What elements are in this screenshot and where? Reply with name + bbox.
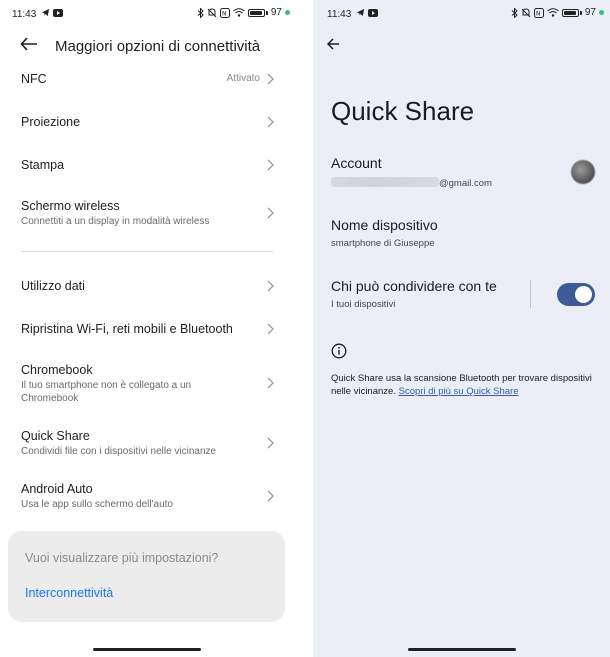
nfc-icon: N (219, 7, 230, 18)
battery-icon (561, 8, 582, 17)
app-bar: Maggiori opzioni di connettività (0, 34, 300, 60)
item-subtitle: Usa le app sullo schermo dell'auto (21, 499, 173, 510)
device-name-label: Nome dispositivo (331, 217, 438, 233)
item-subtitle: Connettiti a un display in modalità wire… (21, 216, 210, 227)
settings-item-print[interactable]: Stampa (0, 156, 290, 176)
item-title: Stampa (21, 158, 65, 172)
quick-share-screen: 11:43 N 97 Quick Share Account @gmail.co… (313, 0, 610, 657)
mute-icon (521, 7, 531, 18)
item-subtitle-line2: Chromebook (21, 393, 79, 404)
vertical-divider (530, 280, 531, 308)
chevron-right-icon (267, 436, 274, 454)
settings-item-chromebook[interactable]: Chromebook Il tuo smartphone non è colle… (0, 361, 290, 407)
status-time: 11:43 (12, 9, 37, 20)
visibility-value: I tuoi dispositivi (331, 299, 396, 310)
item-title: NFC (21, 72, 47, 86)
bluetooth-icon (197, 7, 204, 18)
page-title: Maggiori opzioni di connettività (55, 38, 261, 55)
gesture-bar[interactable] (93, 648, 201, 651)
chevron-right-icon (267, 279, 274, 297)
chevron-right-icon (267, 72, 274, 90)
settings-item-quick-share[interactable]: Quick Share Condividi file con i disposi… (0, 427, 290, 461)
telegram-icon (356, 8, 365, 17)
page-title: Quick Share (331, 96, 475, 126)
device-name-value: smartphone di Giuseppe (331, 238, 435, 249)
settings-item-data-usage[interactable]: Utilizzo dati (0, 277, 290, 297)
chevron-right-icon (267, 158, 274, 176)
back-arrow-icon[interactable] (327, 38, 340, 50)
redacted-email (331, 177, 439, 187)
item-title: Android Auto (21, 482, 93, 496)
visibility-toggle[interactable] (557, 283, 595, 306)
wifi-icon (547, 8, 559, 17)
item-title: Chromebook (21, 363, 93, 377)
svg-text:N: N (536, 10, 541, 17)
chevron-right-icon (267, 115, 274, 133)
learn-more-link[interactable]: Scopri di più su Quick Share (399, 386, 519, 397)
settings-screen: 11:43 N 97 Maggiori opzioni di connettiv… (0, 0, 300, 657)
more-settings-card: Vuoi visualizzare più impostazioni? Inte… (8, 531, 285, 622)
status-time: 11:43 (327, 9, 352, 20)
account-email: @gmail.com (331, 177, 492, 189)
toggle-knob (575, 286, 592, 303)
youtube-icon (368, 8, 378, 17)
item-value: Attivato (226, 73, 260, 84)
section-divider (21, 251, 273, 252)
youtube-icon (53, 8, 63, 17)
item-title: Quick Share (21, 429, 90, 443)
settings-item-wireless-display[interactable]: Schermo wireless Connettiti a un display… (0, 197, 290, 231)
telegram-icon (41, 8, 50, 17)
battery-status-dot (285, 10, 290, 15)
svg-text:N: N (222, 10, 227, 17)
bluetooth-icon (511, 7, 518, 18)
info-text: Quick Share usa la scansione Bluetooth p… (331, 372, 601, 398)
item-subtitle-line1: Il tuo smartphone non è collegato a un (21, 380, 192, 391)
status-bar: 11:43 N 97 (313, 0, 610, 28)
settings-item-android-auto[interactable]: Android Auto Usa le app sullo schermo de… (0, 480, 290, 514)
mute-icon (207, 7, 217, 18)
back-arrow-icon[interactable] (20, 37, 38, 51)
settings-item-nfc[interactable]: NFC Attivato (0, 70, 290, 90)
account-label: Account (331, 155, 382, 171)
battery-status-dot (599, 10, 604, 15)
screen-separator (300, 0, 313, 657)
gesture-bar[interactable] (408, 648, 516, 651)
chevron-right-icon (267, 322, 274, 340)
status-bar: 11:43 N 97 (0, 0, 300, 28)
item-subtitle: Condividi file con i dispositivi nelle v… (21, 446, 217, 457)
battery-level: 97 (584, 7, 596, 18)
battery-level: 97 (270, 7, 282, 18)
item-title: Proiezione (21, 115, 81, 129)
item-title: Ripristina Wi-Fi, reti mobili e Bluetoot… (21, 322, 233, 336)
battery-icon (247, 8, 268, 17)
chevron-right-icon (267, 376, 274, 394)
chevron-right-icon (267, 489, 274, 507)
item-title: Schermo wireless (21, 199, 120, 213)
nfc-icon: N (533, 7, 544, 18)
settings-item-projection[interactable]: Proiezione (0, 113, 290, 133)
info-icon (331, 343, 347, 359)
item-title: Utilizzo dati (21, 279, 85, 293)
more-settings-question: Vuoi visualizzare più impostazioni? (25, 551, 219, 565)
avatar[interactable] (571, 160, 595, 184)
settings-item-reset-network[interactable]: Ripristina Wi-Fi, reti mobili e Bluetoot… (0, 320, 290, 340)
interconnectivity-link[interactable]: Interconnettività (25, 586, 113, 600)
visibility-label: Chi può condividere con te (331, 278, 497, 294)
account-email-domain: @gmail.com (439, 178, 492, 189)
wifi-icon (233, 8, 245, 17)
chevron-right-icon (267, 206, 274, 224)
